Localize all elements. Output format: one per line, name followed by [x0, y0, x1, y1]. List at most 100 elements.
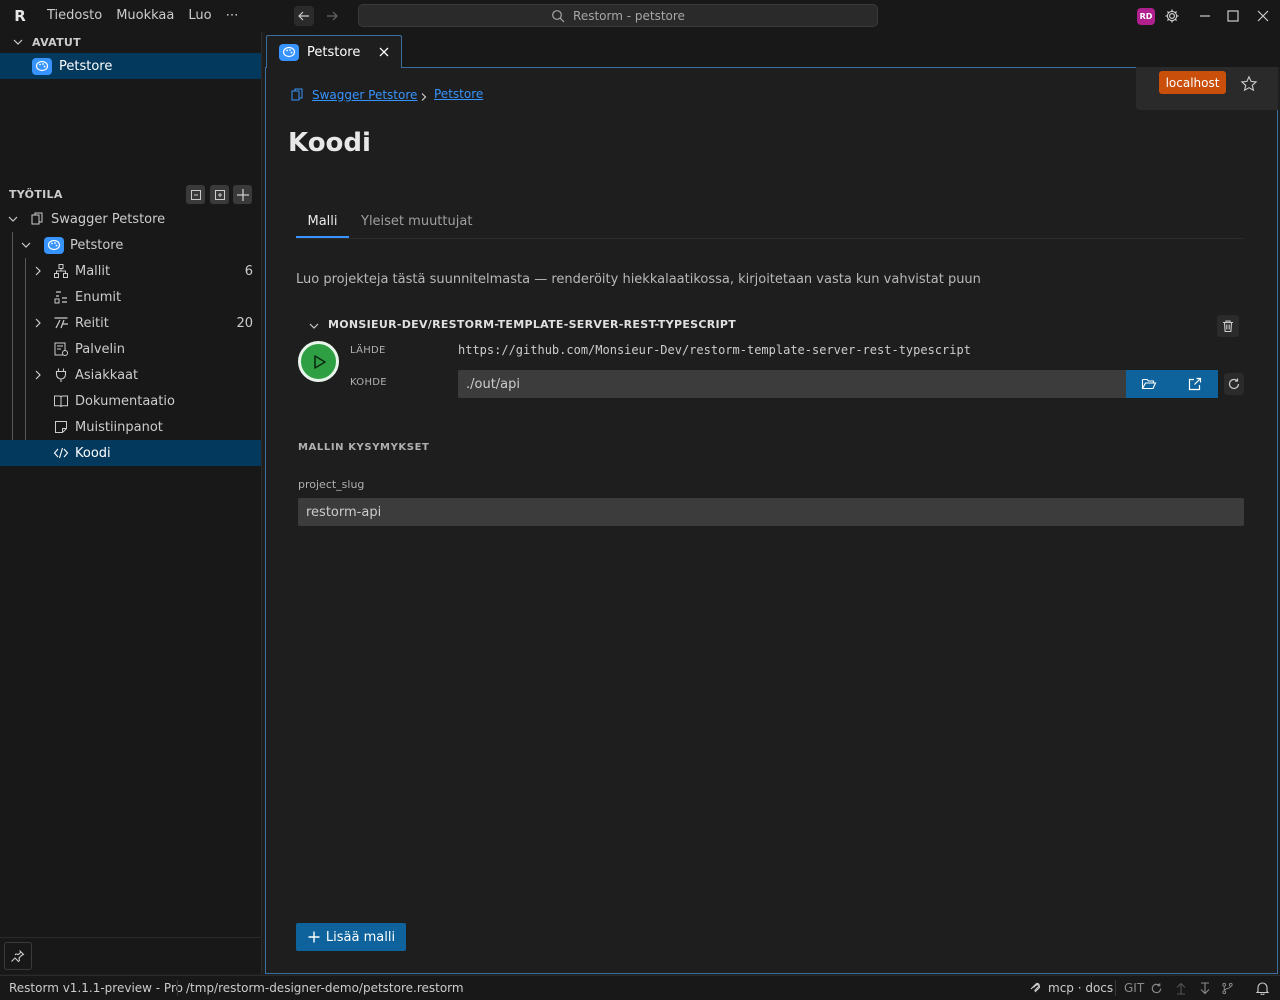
status-version[interactable]: Restorm v1.1.1-preview - Pro — [9, 976, 183, 1000]
tree-item-petstore[interactable]: Petstore — [0, 232, 261, 258]
expand-all-icon — [214, 189, 225, 200]
destination-input[interactable] — [458, 370, 1126, 398]
minimize-icon — [1200, 15, 1210, 17]
pin-button[interactable] — [4, 942, 32, 970]
tree-item-clients[interactable]: Asiakkaat — [0, 362, 261, 388]
note-icon — [55, 421, 67, 433]
tree-item-routes[interactable]: Reitit 20 — [0, 310, 261, 336]
add-workspace-item-button[interactable] — [233, 185, 252, 204]
breadcrumb-label: Swagger Petstore — [312, 88, 418, 102]
git-branch-button[interactable] — [1221, 976, 1234, 1000]
close-window-button[interactable] — [1253, 6, 1273, 26]
forward-button[interactable] — [322, 6, 342, 26]
open-external-button[interactable] — [1172, 370, 1218, 398]
template-name: MONSIEUR-DEV/RESTORM-TEMPLATE-SERVER-RES… — [328, 318, 737, 331]
sidebar: AVATUT Petstore TYÖTILA Swagger Petstore… — [0, 32, 262, 974]
breadcrumb-label: Petstore — [434, 87, 484, 101]
tree-item-label: Asiakkaat — [75, 367, 139, 383]
minimize-button[interactable] — [1195, 6, 1215, 26]
tree-item-label: Dokumentaatio — [75, 393, 175, 409]
code-icon — [53, 447, 69, 459]
status-separator — [177, 980, 178, 996]
tree-item-label: Mallit — [75, 263, 111, 279]
tree-item-code[interactable]: Koodi — [0, 440, 261, 466]
arrow-right-icon — [327, 11, 338, 21]
tree-item-models[interactable]: Mallit 6 — [0, 258, 261, 284]
tab-label: Petstore — [307, 44, 361, 60]
tree-item-enums[interactable]: Enumit — [0, 284, 261, 310]
user-avatar[interactable]: RD — [1137, 8, 1155, 25]
maximize-button[interactable] — [1223, 6, 1243, 26]
open-section-header[interactable]: AVATUT — [0, 32, 81, 52]
models-count: 6 — [244, 263, 253, 279]
plus-icon — [308, 931, 320, 943]
back-button[interactable] — [294, 6, 314, 26]
tab-petstore[interactable]: Petstore — [266, 35, 402, 68]
server-icon — [54, 342, 68, 356]
expand-all-button[interactable] — [210, 185, 229, 204]
command-search[interactable]: Restorm - petstore — [358, 4, 878, 27]
chevron-right-icon — [35, 370, 41, 380]
collapse-all-icon — [190, 189, 201, 200]
mcp-icon — [1030, 982, 1041, 993]
collapse-all-button[interactable] — [186, 185, 205, 204]
add-template-button[interactable]: Lisää malli — [296, 923, 406, 951]
subtab-template[interactable]: Malli — [296, 212, 349, 238]
pin-icon — [11, 950, 25, 963]
workspace-icon — [31, 212, 43, 225]
plus-icon — [236, 188, 249, 201]
host-badge[interactable]: localhost — [1159, 71, 1226, 94]
tree-item-documentation[interactable]: Dokumentaatio — [0, 388, 261, 414]
project-slug-input[interactable] — [298, 498, 1244, 526]
source-label: LÄHDE — [350, 345, 386, 356]
close-icon[interactable] — [378, 46, 390, 58]
browse-folder-button[interactable] — [1126, 370, 1172, 398]
book-icon — [54, 395, 68, 408]
source-url: https://github.com/Monsieur-Dev/restorm-… — [458, 343, 971, 357]
subtab-global-variables[interactable]: Yleiset muuttujat — [361, 212, 472, 238]
project-slug-label: project_slug — [298, 478, 365, 491]
chevron-right-icon — [421, 93, 427, 101]
status-git: GIT — [1124, 981, 1145, 995]
menu-bar: Tiedosto Muokkaa Luo ⋯ — [40, 0, 246, 32]
breadcrumb-project[interactable]: Petstore — [434, 87, 483, 101]
git-refresh-button[interactable] — [1150, 976, 1163, 1000]
settings-button[interactable] — [1162, 6, 1182, 26]
tree-item-label: Swagger Petstore — [51, 211, 166, 227]
git-pull-button[interactable] — [1199, 976, 1211, 1000]
chevron-down-icon[interactable] — [308, 320, 320, 332]
menu-file[interactable]: Tiedosto — [40, 0, 109, 32]
star-icon[interactable] — [1240, 75, 1258, 93]
workspace-icon — [291, 88, 303, 101]
refresh-button[interactable] — [1224, 373, 1244, 395]
chevron-right-icon — [35, 266, 41, 276]
open-item-petstore[interactable]: Petstore — [0, 53, 261, 79]
arrow-down-icon — [1200, 981, 1210, 994]
tree-item-notes[interactable]: Muistiinpanot — [0, 414, 261, 440]
status-file-path[interactable]: /tmp/restorm-designer-demo/petstore.rest… — [186, 976, 464, 1000]
chevron-right-icon — [35, 318, 41, 328]
delete-template-button[interactable] — [1217, 315, 1239, 337]
search-icon — [552, 9, 565, 22]
status-mcp[interactable]: mcp · docs — [1029, 976, 1113, 1000]
hierarchy-icon — [54, 264, 68, 278]
arrow-up-icon — [1176, 982, 1186, 995]
git-push-button[interactable] — [1175, 976, 1187, 1000]
tree-item-server[interactable]: Palvelin — [0, 336, 261, 362]
menu-create[interactable]: Luo — [181, 0, 218, 32]
breadcrumb-workspace[interactable]: Swagger Petstore — [290, 87, 417, 103]
add-template-label: Lisää malli — [325, 929, 396, 945]
run-template-button[interactable] — [298, 341, 339, 382]
tab-bar — [265, 32, 1280, 67]
destination-label: KOHDE — [350, 377, 387, 388]
notifications-button[interactable] — [1256, 976, 1269, 1000]
menu-edit[interactable]: Muokkaa — [109, 0, 181, 32]
tree-item-swagger-petstore[interactable]: Swagger Petstore — [0, 206, 261, 232]
git-branch-icon — [1222, 982, 1233, 994]
enum-icon — [54, 291, 67, 304]
routes-icon — [54, 317, 68, 329]
workspace-title: TYÖTILA — [9, 187, 63, 201]
tree-item-label: Palvelin — [75, 341, 125, 357]
plug-icon — [55, 368, 67, 382]
menu-more[interactable]: ⋯ — [219, 0, 246, 32]
